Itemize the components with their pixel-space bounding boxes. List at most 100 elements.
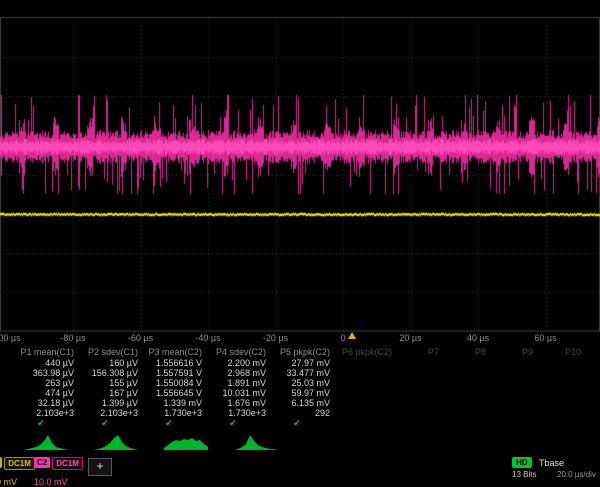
measure-value: 25.03 mV [272, 378, 336, 388]
histicon-p4[interactable] [234, 430, 278, 450]
measure-value [539, 388, 587, 398]
time-axis-label: -20 µs [263, 333, 288, 343]
measure-row: 2.103e+32.103e+31.730e+31.730e+3292 [0, 408, 600, 418]
measure-value: 32.18 µV [16, 398, 80, 408]
time-axis-label: 0 [340, 333, 345, 343]
measure-value: 1.730e+3 [208, 408, 272, 418]
measure-status [398, 418, 445, 429]
measure-value: 1.730e+3 [144, 408, 208, 418]
measure-value: 1.557591 V [144, 368, 208, 378]
measure-value [445, 408, 492, 418]
measure-row: 263 µV155 µV1.550084 V1.891 mV25.03 mV [0, 378, 600, 388]
measure-value [539, 398, 587, 408]
measure-value [398, 358, 445, 368]
measure-value: 1.550084 V [144, 378, 208, 388]
measure-value [398, 368, 445, 378]
measure-row: 440 µV160 µV1.556616 V2.200 mV27.97 mV [0, 358, 600, 368]
waveform-display[interactable] [0, 0, 600, 334]
measure-value: 440 µV [16, 358, 80, 368]
spacer [0, 378, 16, 388]
spacer [0, 358, 16, 368]
time-axis-label: 20 µs [399, 333, 421, 343]
hd-mode-badge[interactable]: HD [512, 457, 532, 468]
spacer [0, 418, 16, 429]
measure-value [445, 358, 492, 368]
parameter-histicons [0, 430, 600, 451]
spacer [0, 408, 16, 418]
c1-badge: C1 [0, 457, 2, 468]
measure-status [336, 418, 398, 429]
time-axis: -100 µs-80 µs-60 µs-40 µs-20 µs020 µs40 … [0, 333, 600, 346]
measure-value [336, 358, 398, 368]
measure-header[interactable]: P4 sdev(C2) [208, 347, 272, 358]
measure-value [336, 378, 398, 388]
measure-value [398, 408, 445, 418]
measure-row: 363.98 µV156.308 µV1.557591 V2.968 mV33.… [0, 368, 600, 378]
measure-value: 1.676 mV [208, 398, 272, 408]
timebase-descriptor[interactable]: Tbase [539, 458, 564, 468]
measure-value: 263 µV [16, 378, 80, 388]
measure-value [492, 408, 539, 418]
measure-value [492, 368, 539, 378]
measure-header-row: P1 mean(C1)P2 sdev(C1)P3 mean(C2)P4 sdev… [0, 347, 600, 358]
measure-value: 474 µV [16, 388, 80, 398]
measure-value [398, 378, 445, 388]
channel-descriptor-c2[interactable]: C2DC1M 10.0 mV [34, 457, 85, 487]
measure-value: 6.135 mV [272, 398, 336, 408]
measure-value [492, 398, 539, 408]
hd-bits-label: 13 Bits [512, 470, 536, 479]
measure-header[interactable]: P8 [445, 347, 492, 358]
measure-value: 59.97 mV [272, 388, 336, 398]
measure-header[interactable]: P9 [492, 347, 539, 358]
measure-value: 2.103e+3 [80, 408, 144, 418]
measure-status [445, 418, 492, 429]
measure-value [539, 368, 587, 378]
measure-value: 2.103e+3 [16, 408, 80, 418]
histicon-p3[interactable] [164, 430, 208, 450]
measure-header[interactable]: P5 pkpk(C2) [272, 347, 336, 358]
measure-value [445, 368, 492, 378]
measure-header[interactable]: P2 sdev(C1) [80, 347, 144, 358]
c1-coupling-badge: DC1M [4, 457, 35, 470]
measure-header[interactable]: P1 mean(C1) [16, 347, 80, 358]
time-axis-label: -40 µs [195, 333, 220, 343]
measure-value [539, 358, 587, 368]
measure-row: 474 µV167 µV1.556645 V10.031 mV59.97 mV [0, 388, 600, 398]
measure-header[interactable]: P3 mean(C2) [144, 347, 208, 358]
measure-header[interactable]: P7 [398, 347, 445, 358]
time-axis-label: 40 µs [467, 333, 489, 343]
measure-value: 167 µV [80, 388, 144, 398]
measure-header[interactable]: P10 [539, 347, 587, 358]
measure-value [445, 388, 492, 398]
measure-value [445, 398, 492, 408]
measure-value [492, 358, 539, 368]
measure-value: 156.308 µV [80, 368, 144, 378]
c2-scale-label: 10.0 mV [34, 477, 85, 487]
add-trace-button[interactable]: + [88, 458, 112, 476]
measure-header[interactable]: P6 pkpk(C2) [336, 347, 398, 358]
measurement-table: P1 mean(C1)P2 sdev(C1)P3 mean(C2)P4 sdev… [0, 347, 600, 429]
measure-value [445, 378, 492, 388]
channel-descriptor-c1[interactable]: C1DC1M 500 mV [0, 457, 37, 487]
measure-value [539, 378, 587, 388]
measure-status [492, 418, 539, 429]
measure-status-row: ✔✔✔✔✔ [0, 418, 600, 429]
measure-value [398, 388, 445, 398]
histicon-p1[interactable] [24, 430, 68, 450]
spacer [0, 398, 16, 408]
measure-value [492, 388, 539, 398]
measure-value: 10.031 mV [208, 388, 272, 398]
measure-status: ✔ [80, 418, 144, 429]
time-axis-label: -100 µs [0, 333, 21, 343]
histicon-p2[interactable] [94, 430, 138, 450]
measure-value: 1.399 µV [80, 398, 144, 408]
measure-value [492, 378, 539, 388]
c1-scale-label: 500 mV [0, 477, 37, 487]
measure-value [336, 408, 398, 418]
measure-value: 1.556645 V [144, 388, 208, 398]
trigger-position-marker[interactable] [348, 332, 356, 339]
measure-value [336, 398, 398, 408]
spacer [0, 347, 16, 358]
timebase-scale-label: 20.0 µs/div [557, 470, 596, 479]
measure-value [398, 398, 445, 408]
